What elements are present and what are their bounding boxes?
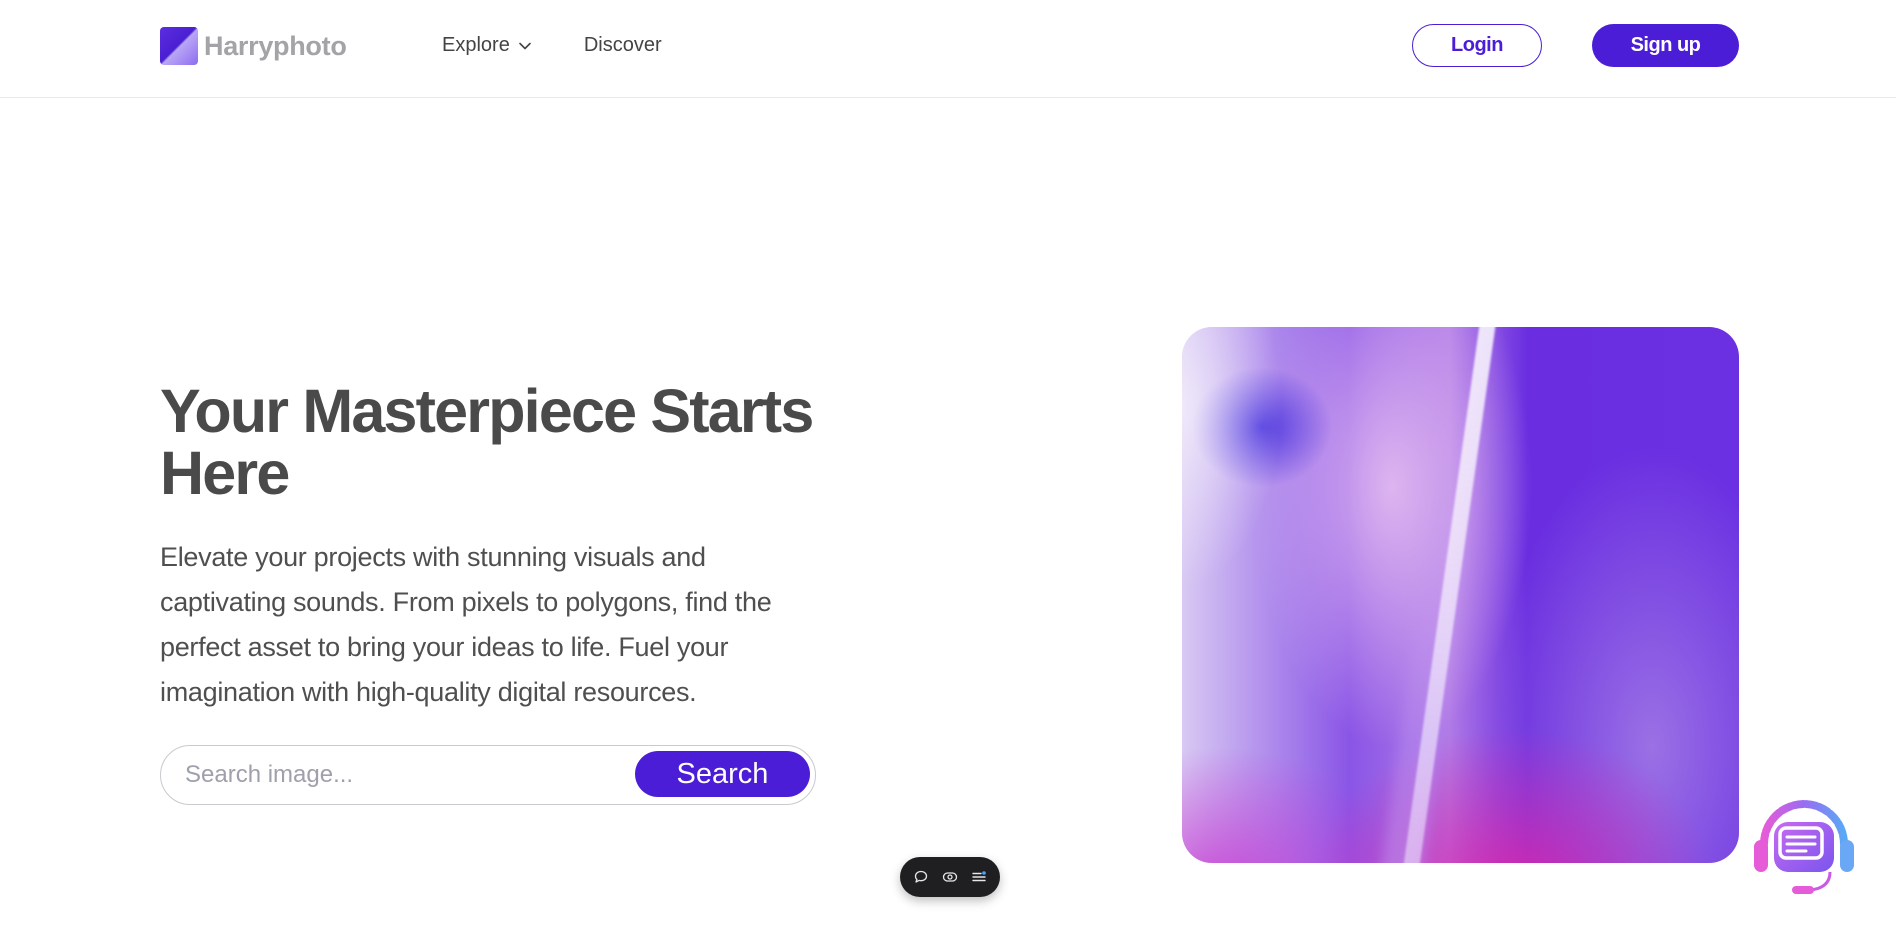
top-navbar: Harryphoto Explore Discover Login Sign u… — [0, 0, 1896, 98]
nav-item-explore[interactable]: Explore — [442, 34, 532, 57]
hero-title: Your Masterpiece Starts Here — [160, 377, 814, 507]
headset-chat-icon — [1754, 800, 1854, 894]
search-input[interactable] — [185, 756, 625, 794]
brand-logo[interactable]: Harryphoto — [160, 27, 347, 65]
search-button[interactable]: Search — [635, 751, 810, 797]
main-nav: Explore Discover — [442, 34, 662, 57]
eye-icon[interactable] — [940, 867, 960, 887]
floating-toolbar — [900, 857, 1000, 897]
nav-item-discover[interactable]: Discover — [584, 34, 662, 57]
nav-item-discover-label: Discover — [583, 34, 662, 56]
search-bar: Search — [160, 745, 816, 805]
hero-image-highlight — [1182, 327, 1739, 863]
hero-description: Elevate your projects with stunning visu… — [160, 542, 772, 707]
comment-icon[interactable] — [911, 867, 931, 887]
logo-icon — [160, 27, 198, 65]
hero-image — [1182, 327, 1739, 863]
login-button[interactable]: Login — [1412, 24, 1542, 67]
nav-item-explore-label: Explore — [442, 34, 510, 56]
brand-name: Harryphoto — [204, 30, 347, 61]
chevron-down-icon — [519, 42, 531, 49]
support-chat-widget[interactable] — [1744, 780, 1864, 902]
menu-list-icon[interactable] — [969, 867, 989, 887]
signup-button[interactable]: Sign up — [1592, 24, 1739, 67]
